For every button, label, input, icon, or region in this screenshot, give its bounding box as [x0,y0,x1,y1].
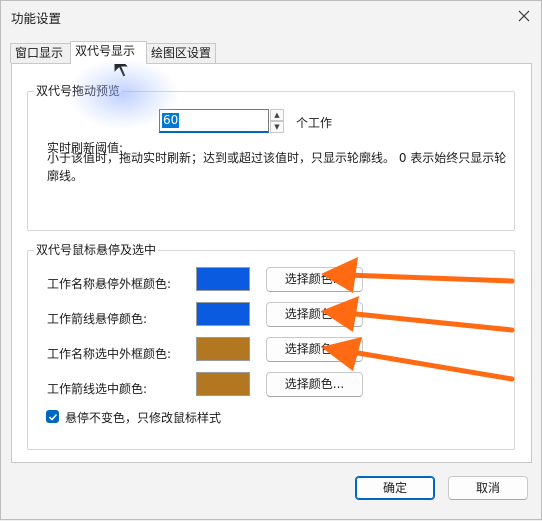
choose-color-button[interactable]: 选择颜色... [266,267,363,292]
settings-dialog: 功能设置 窗口显示 双代号显示 绘图区设置 双代号拖动预览 实时刷新阈值: 60… [0,0,542,520]
threshold-spinner[interactable]: ▲ ▼ [270,109,284,133]
drag-preview-group-title: 双代号拖动预览 [34,84,123,98]
color-swatch-arrow-hover [196,302,250,326]
drag-preview-group: 双代号拖动预览 实时刷新阈值: 60 ▲ ▼ 个工作 小于该值时，拖动实时刷新；… [27,84,515,231]
title-bar: 功能设置 [1,1,541,31]
color-swatch-name-hover [196,267,250,291]
choose-color-button[interactable]: 选择颜色... [266,337,363,362]
tab-double-code-display[interactable]: 双代号显示 [70,41,147,64]
hover-no-color-label: 悬停不变色，只修改鼠标样式 [65,411,222,425]
row-label: 工作名称选中外框颜色: [47,347,172,361]
tab-window-display[interactable]: 窗口显示 [10,43,71,63]
color-swatch-arrow-selected [196,372,250,396]
ok-button[interactable]: 确定 [355,476,435,500]
color-swatch-name-selected [196,337,250,361]
close-button[interactable] [513,5,535,27]
hover-select-group-title: 双代号鼠标悬停及选中 [34,243,159,257]
threshold-input[interactable]: 60 [159,109,269,133]
threshold-value: 60 [162,113,180,128]
choose-color-button[interactable]: 选择颜色... [266,372,363,397]
row-label: 工作箭线选中颜色: [47,382,148,396]
checkmark-icon [48,413,57,421]
threshold-description: 小于该值时，拖动实时刷新；达到或超过该值时，只显示轮廓线。 0 表示始终只显示轮… [47,151,507,183]
window-title: 功能设置 [11,11,62,26]
tab-drawing-area-settings[interactable]: 绘图区设置 [146,43,216,63]
spin-down-icon[interactable]: ▼ [270,121,284,133]
row-label: 工作箭线悬停颜色: [47,312,148,326]
close-icon [518,10,530,22]
tab-panel: 双代号拖动预览 实时刷新阈值: 60 ▲ ▼ 个工作 小于该值时，拖动实时刷新；… [11,63,532,463]
hover-select-group: 双代号鼠标悬停及选中 工作名称悬停外框颜色: 选择颜色... 工作箭线悬停颜色:… [27,243,515,450]
hover-no-color-checkbox[interactable] [46,410,59,423]
row-label: 工作名称悬停外框颜色: [47,277,172,291]
spin-up-icon[interactable]: ▲ [270,109,284,121]
cancel-button[interactable]: 取消 [448,476,528,500]
choose-color-button[interactable]: 选择颜色... [266,302,363,327]
threshold-unit: 个工作 [296,116,333,130]
